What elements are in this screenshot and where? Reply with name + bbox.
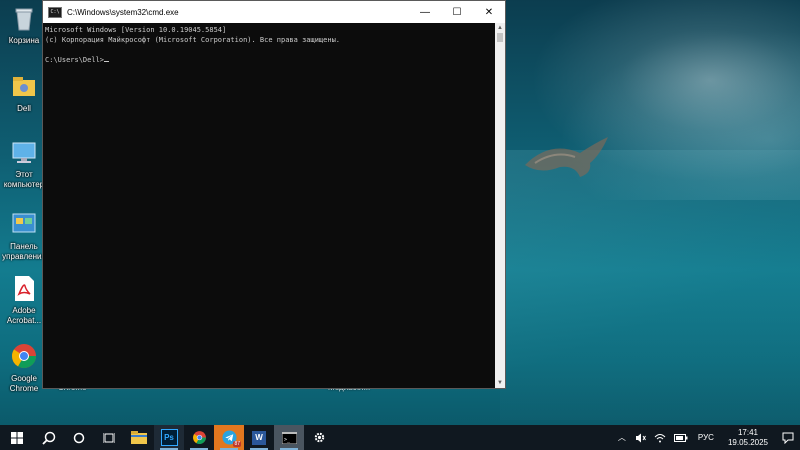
folder-icon [131, 431, 147, 444]
search-button[interactable] [34, 425, 64, 450]
svg-text:>_: >_ [284, 437, 291, 443]
desktop-icon-label: Google Chrome [9, 374, 39, 393]
wallpaper-fish [525, 137, 608, 177]
cmd-app-icon: C:\ [48, 6, 62, 18]
cmd-window[interactable]: C:\ C:\Windows\system32\cmd.exe — ☐ ✕ Mi… [42, 0, 506, 389]
system-tray: ︿ РУС 17:41 19.05.2025 [613, 425, 800, 450]
vertical-scrollbar[interactable]: ▲ ▼ [495, 23, 505, 388]
clock-time: 17:41 [737, 427, 758, 437]
volume-icon[interactable] [635, 433, 646, 443]
network-icon[interactable] [654, 433, 666, 443]
desktop-icon-this-pc[interactable]: Этот компьютер [0, 138, 48, 190]
desktop-icon-label: Этот компьютер [3, 170, 45, 189]
telegram-unread-badge: 87 [233, 441, 241, 447]
desktop-icon-dell[interactable]: Dell [0, 72, 48, 114]
console-prompt: C:\Users\Dell> [45, 56, 105, 64]
windows-start-icon [11, 431, 23, 444]
taskbar-photoshop[interactable]: Ps [154, 425, 184, 450]
taskbar-telegram[interactable]: 87 [214, 425, 244, 450]
clock-date: 19.05.2025 [727, 437, 768, 447]
desktop-icon-control-panel[interactable]: Панель управления [0, 210, 48, 262]
desktop-icon-label: Панель управления [2, 242, 46, 261]
cmd-title-bar[interactable]: C:\ C:\Windows\system32\cmd.exe — ☐ ✕ [43, 1, 505, 23]
word-icon: W [252, 430, 266, 445]
text-cursor [104, 61, 110, 62]
taskbar-chrome[interactable] [184, 425, 214, 450]
tray-overflow-chevron-icon[interactable]: ︿ [618, 432, 626, 443]
taskbar: Ps 87 W >_ ︿ РУС 17:41 19.05.2025 [0, 425, 800, 450]
console-line: Microsoft Windows [Version 10.0.19045.58… [45, 26, 227, 34]
language-indicator[interactable]: РУС [698, 433, 714, 442]
desktop-icon-label: Dell [17, 104, 31, 113]
taskbar-cmd[interactable]: >_ [274, 425, 304, 450]
cmd-icon: >_ [281, 431, 297, 444]
start-button[interactable] [0, 425, 34, 450]
user-folder-icon [10, 72, 38, 100]
photoshop-icon: Ps [160, 429, 178, 446]
battery-icon[interactable] [673, 433, 688, 442]
desktop-icon-label: Adobe Acrobat... [6, 306, 42, 325]
cortana-circle-icon [73, 432, 85, 443]
desktop-icon-chrome[interactable]: Google Chrome [0, 342, 48, 394]
task-view-icon [103, 432, 115, 443]
notification-center-button[interactable] [776, 425, 800, 450]
desktop-icon-adobe-acrobat[interactable]: Adobe Acrobat... [0, 274, 48, 326]
wallpaper-light [500, 150, 800, 420]
chrome-icon [10, 342, 38, 370]
taskbar-word[interactable]: W [244, 425, 274, 450]
desktop-icon-recycle-bin[interactable]: Корзина [0, 4, 48, 46]
control-panel-icon [10, 210, 38, 238]
minimize-button[interactable]: — [409, 1, 441, 23]
taskbar-file-explorer[interactable] [124, 425, 154, 450]
scrollbar-thumb[interactable] [497, 33, 503, 42]
chrome-icon [192, 431, 206, 444]
taskbar-settings[interactable] [304, 425, 334, 450]
cmd-console[interactable]: Microsoft Windows [Version 10.0.19045.58… [43, 23, 495, 388]
recycle-bin-icon [10, 4, 38, 32]
search-icon [42, 431, 56, 445]
scroll-down-arrow-icon[interactable]: ▼ [495, 378, 505, 388]
task-view-button[interactable] [94, 425, 124, 450]
adobe-acrobat-icon [10, 274, 38, 302]
notification-icon [782, 432, 794, 444]
console-line: (c) Корпорация Майкрософт (Microsoft Cor… [45, 36, 341, 44]
maximize-button[interactable]: ☐ [441, 1, 473, 23]
close-button[interactable]: ✕ [473, 1, 505, 23]
this-pc-icon [10, 138, 38, 166]
desktop-icon-label: Корзина [8, 36, 40, 45]
scroll-up-arrow-icon[interactable]: ▲ [495, 23, 505, 33]
cmd-window-title: C:\Windows\system32\cmd.exe [67, 7, 179, 17]
clock[interactable]: 17:41 19.05.2025 [728, 428, 768, 448]
cortana-button[interactable] [64, 425, 94, 450]
console-prompt-line: C:\Users\Dell> [45, 55, 493, 65]
gear-icon [314, 432, 324, 443]
